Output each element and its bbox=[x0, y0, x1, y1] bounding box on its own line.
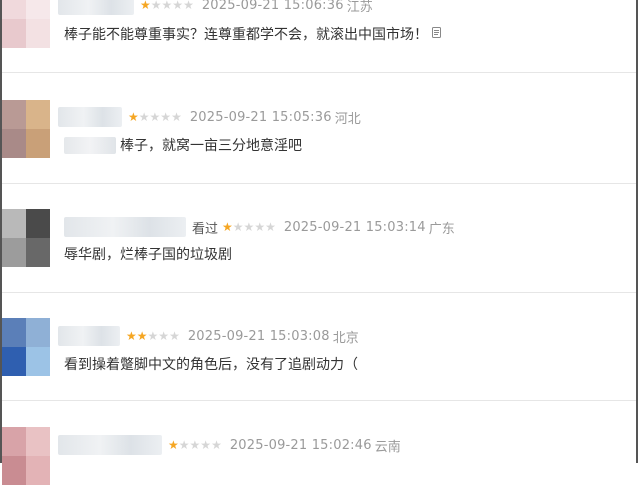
star-empty-icon: ★ bbox=[189, 438, 201, 452]
avatar-tile bbox=[2, 427, 26, 456]
avatar-tile bbox=[26, 456, 50, 485]
star-empty-icon: ★ bbox=[158, 329, 170, 343]
avatar-tile bbox=[26, 347, 50, 376]
review-time: 2025-09-21 15:02:46 bbox=[229, 437, 372, 453]
rating-stars: ★ ★ ★ ★ ★ bbox=[126, 330, 180, 342]
avatar-tile bbox=[2, 209, 26, 238]
review-time: 2025-09-21 15:05:36 bbox=[189, 109, 332, 125]
review-location: 广东 bbox=[428, 221, 455, 237]
username-blurred[interactable] bbox=[58, 0, 134, 15]
star-filled-icon: ★ bbox=[140, 0, 151, 12]
rating-stars: ★ ★ ★ ★ ★ bbox=[140, 0, 194, 11]
avatar-tile bbox=[26, 100, 50, 129]
review-meta: 看过 ★ ★ ★ ★ ★ 2025-09-21 15:03:14 广东 bbox=[64, 216, 455, 238]
star-empty-icon: ★ bbox=[172, 0, 184, 12]
redacted-text bbox=[64, 136, 116, 154]
rating-stars: ★ ★ ★ ★ ★ bbox=[168, 439, 222, 451]
star-empty-icon: ★ bbox=[178, 438, 190, 452]
avatar-tile bbox=[2, 347, 26, 376]
star-empty-icon: ★ bbox=[265, 220, 276, 234]
star-empty-icon: ★ bbox=[200, 438, 212, 452]
avatar-tile bbox=[2, 456, 26, 485]
review-location: 江苏 bbox=[346, 0, 373, 15]
review-meta: ★ ★ ★ ★ ★ 2025-09-21 15:03:08 北京 bbox=[58, 325, 359, 347]
review-text: 棒子能不能尊重事实？连尊重都学不会，就滚出中国市场！ bbox=[64, 24, 441, 44]
watched-label: 看过 bbox=[192, 221, 219, 237]
review-location: 北京 bbox=[332, 330, 359, 346]
avatar-tile bbox=[26, 209, 50, 238]
review-text: 辱华剧，烂棒子国的垃圾剧 bbox=[64, 247, 232, 263]
avatar[interactable] bbox=[2, 0, 50, 48]
document-icon[interactable] bbox=[432, 26, 441, 42]
star-filled-icon: ★ bbox=[128, 110, 139, 124]
avatar[interactable] bbox=[2, 100, 50, 158]
review-time: 2025-09-21 15:06:36 bbox=[201, 0, 344, 13]
star-empty-icon: ★ bbox=[183, 0, 194, 12]
star-filled-icon: ★ bbox=[222, 220, 233, 234]
avatar-tile bbox=[26, 129, 50, 158]
star-empty-icon: ★ bbox=[254, 220, 266, 234]
rating-stars: ★ ★ ★ ★ ★ bbox=[128, 111, 182, 123]
avatar-tile bbox=[2, 0, 26, 19]
avatar[interactable] bbox=[2, 318, 50, 376]
star-empty-icon: ★ bbox=[149, 110, 161, 124]
star-empty-icon: ★ bbox=[138, 110, 150, 124]
username-blurred[interactable] bbox=[58, 107, 122, 127]
divider bbox=[2, 292, 636, 293]
avatar-tile bbox=[2, 318, 26, 347]
review-text: 看到操着蹩脚中文的角色后，没有了追剧动力（ bbox=[64, 357, 358, 373]
star-empty-icon: ★ bbox=[169, 329, 180, 343]
star-empty-icon: ★ bbox=[150, 0, 162, 12]
avatar-tile bbox=[26, 19, 50, 48]
review-time: 2025-09-21 15:03:08 bbox=[187, 328, 330, 344]
username-blurred[interactable] bbox=[64, 217, 186, 237]
star-filled-icon: ★ bbox=[126, 329, 137, 343]
avatar-tile bbox=[26, 427, 50, 456]
review-location: 云南 bbox=[374, 439, 401, 455]
star-empty-icon: ★ bbox=[171, 110, 182, 124]
star-empty-icon: ★ bbox=[211, 438, 222, 452]
review-meta: ★ ★ ★ ★ ★ 2025-09-21 15:05:36 河北 bbox=[58, 106, 361, 128]
review-meta: ★ ★ ★ ★ ★ 2025-09-21 15:06:36 江苏 bbox=[58, 0, 373, 16]
star-empty-icon: ★ bbox=[161, 0, 173, 12]
review-meta: ★ ★ ★ ★ ★ 2025-09-21 15:02:46 云南 bbox=[58, 434, 401, 456]
star-empty-icon: ★ bbox=[147, 329, 159, 343]
avatar-tile bbox=[2, 19, 26, 48]
divider bbox=[2, 400, 636, 401]
username-blurred[interactable] bbox=[58, 435, 162, 455]
rating-stars: ★ ★ ★ ★ ★ bbox=[222, 221, 276, 233]
star-filled-icon: ★ bbox=[136, 329, 148, 343]
avatar-tile bbox=[26, 318, 50, 347]
right-scrollbar-edge[interactable] bbox=[636, 0, 638, 463]
avatar[interactable] bbox=[2, 209, 50, 267]
star-empty-icon: ★ bbox=[243, 220, 255, 234]
avatar-tile bbox=[2, 100, 26, 129]
avatar-tile bbox=[2, 129, 26, 158]
review-text: 棒子，就窝一亩三分地意淫吧 bbox=[64, 135, 302, 155]
avatar[interactable] bbox=[2, 427, 50, 485]
star-filled-icon: ★ bbox=[168, 438, 179, 452]
star-empty-icon: ★ bbox=[232, 220, 244, 234]
divider bbox=[2, 183, 636, 184]
divider bbox=[2, 72, 636, 73]
avatar-tile bbox=[2, 238, 26, 267]
username-blurred[interactable] bbox=[58, 326, 120, 346]
review-time: 2025-09-21 15:03:14 bbox=[283, 219, 426, 235]
review-location: 河北 bbox=[334, 111, 361, 127]
avatar-tile bbox=[26, 238, 50, 267]
avatar-tile bbox=[26, 0, 50, 19]
star-empty-icon: ★ bbox=[160, 110, 172, 124]
